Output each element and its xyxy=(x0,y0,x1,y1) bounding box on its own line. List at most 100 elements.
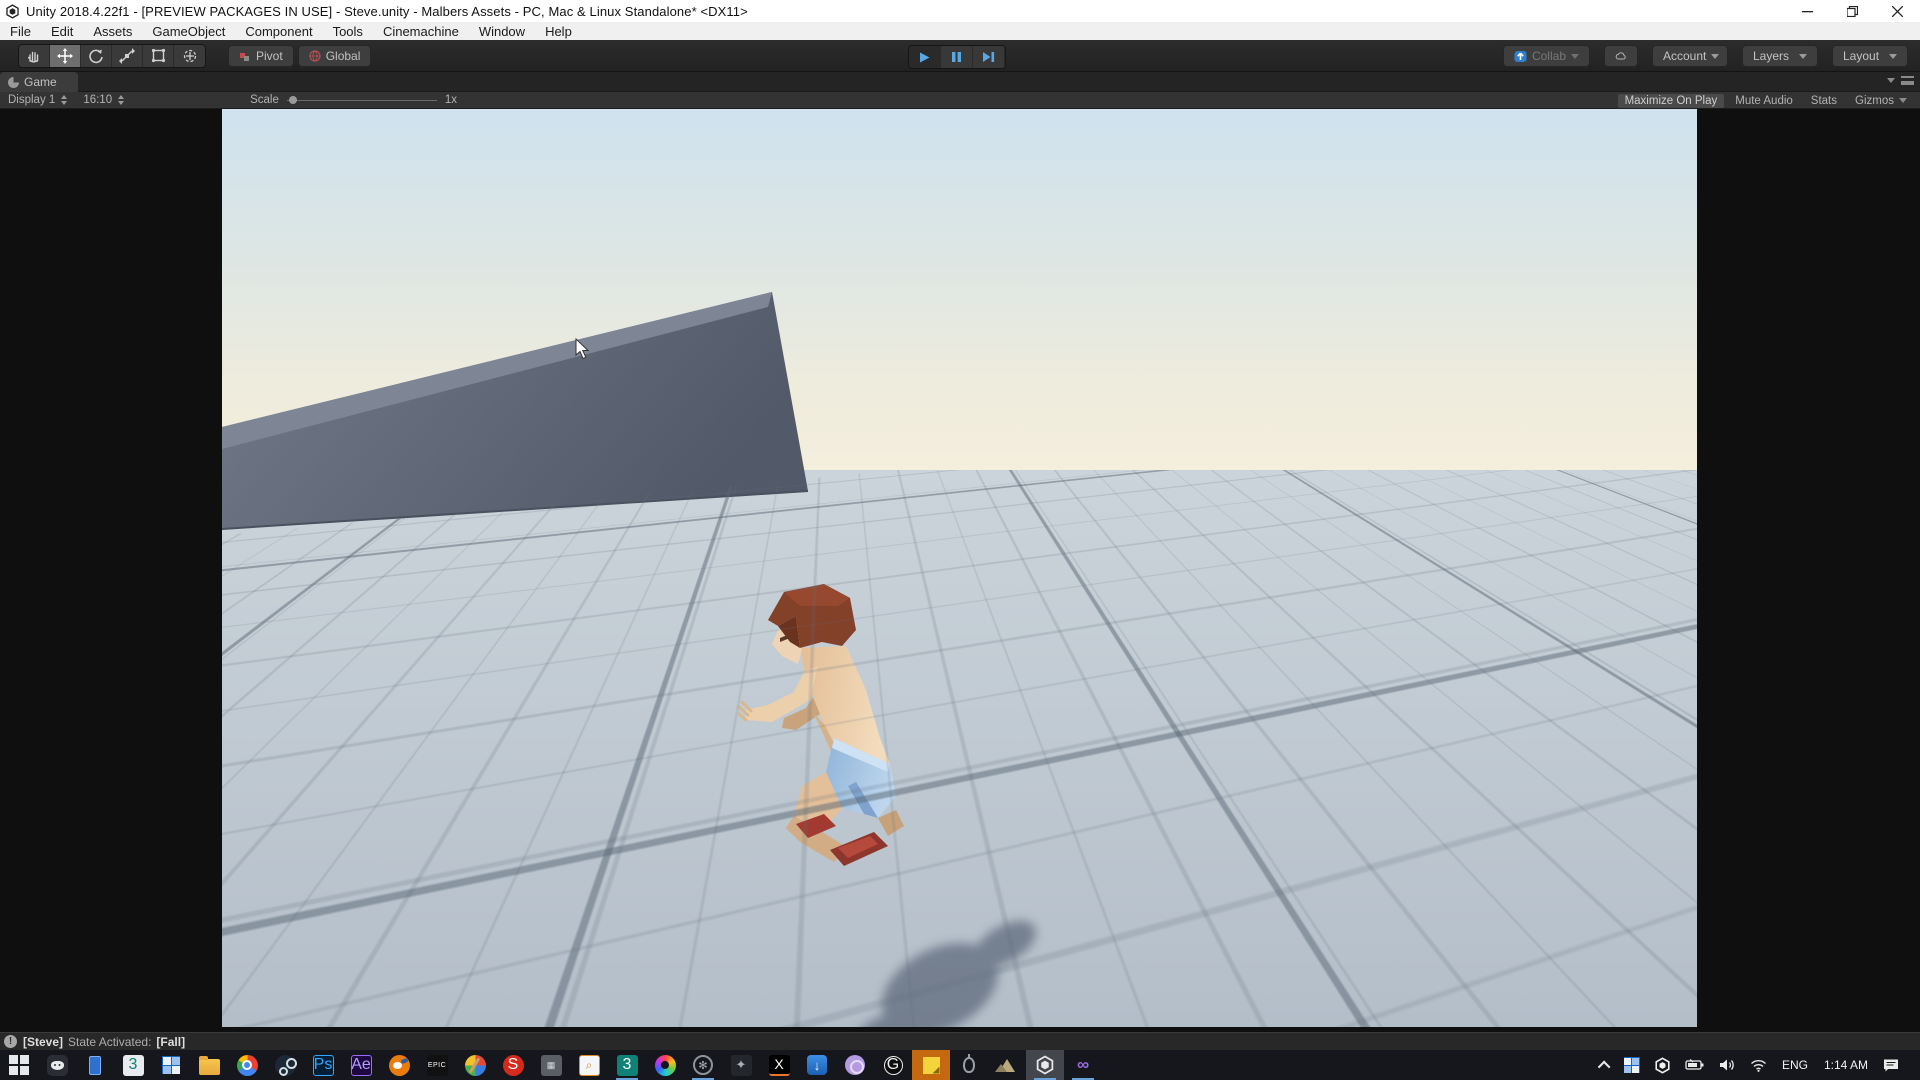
taskbar-sticky-notes-attention[interactable] xyxy=(912,1050,950,1080)
menu-file[interactable]: File xyxy=(0,24,41,39)
transform-tool-button[interactable] xyxy=(174,45,205,67)
game-view-icon xyxy=(8,77,19,88)
scale-slider-knob[interactable] xyxy=(289,96,297,104)
taskbar-3dsmax[interactable]: 3 xyxy=(114,1050,152,1080)
color-wheel-icon xyxy=(655,1055,676,1076)
rect-tool-button[interactable] xyxy=(143,45,174,67)
taskbar-document-app[interactable]: ⌕ xyxy=(570,1050,608,1080)
stats-toggle[interactable]: Stats xyxy=(1804,94,1844,108)
taskbar-x-app[interactable]: X xyxy=(760,1050,798,1080)
maximize-on-play-toggle[interactable]: Maximize On Play xyxy=(1618,94,1725,108)
taskbar-file-explorer[interactable] xyxy=(190,1050,228,1080)
step-button[interactable] xyxy=(973,46,1005,68)
unity-logo-icon xyxy=(5,4,20,19)
taskbar-your-phone[interactable] xyxy=(76,1050,114,1080)
close-button[interactable] xyxy=(1875,0,1920,22)
taskbar-g-audio-app[interactable]: G xyxy=(874,1050,912,1080)
global-toggle-button[interactable]: Global xyxy=(298,45,372,67)
game-view-tab[interactable]: Game xyxy=(0,72,78,92)
collab-dropdown[interactable]: Collab xyxy=(1503,45,1590,67)
scale-slider[interactable] xyxy=(287,95,437,105)
display-dropdown[interactable]: Display 1 xyxy=(0,94,75,106)
taskbar-blender[interactable] xyxy=(380,1050,418,1080)
system-tray: ENG 1:14 AM xyxy=(1594,1050,1920,1080)
play-button[interactable] xyxy=(909,46,941,68)
chevron-down-icon xyxy=(1799,54,1807,59)
tray-chevron-up[interactable] xyxy=(1594,1050,1617,1080)
taskbar-unity-active[interactable] xyxy=(1026,1050,1064,1080)
status-message: State Activated: xyxy=(68,1035,151,1049)
taskbar-fan-app[interactable]: ✻ xyxy=(684,1050,722,1080)
taskbar-3dsmax-running[interactable]: 3 xyxy=(608,1050,646,1080)
taskbar-visual-studio[interactable]: ∞ xyxy=(1064,1050,1102,1080)
pendant-icon xyxy=(963,1057,975,1073)
move-tool-button[interactable] xyxy=(50,45,81,67)
taskbar-mountain-game[interactable] xyxy=(988,1050,1026,1080)
window-title: Unity 2018.4.22f1 - [PREVIEW PACKAGES IN… xyxy=(26,4,748,19)
aftereffects-icon: Ae xyxy=(351,1055,372,1076)
menu-component[interactable]: Component xyxy=(235,24,322,39)
tab-menu-icon[interactable] xyxy=(1901,76,1914,85)
tray-clock[interactable]: 1:14 AM xyxy=(1816,1058,1876,1072)
start-button[interactable] xyxy=(0,1050,38,1080)
taskbar-discord[interactable] xyxy=(38,1050,76,1080)
hand-tool-button[interactable] xyxy=(19,45,50,67)
tray-wifi[interactable] xyxy=(1743,1050,1774,1080)
menu-assets[interactable]: Assets xyxy=(83,24,142,39)
pivot-toggle-button[interactable]: Pivot xyxy=(228,45,294,67)
taskbar-torrent-app[interactable] xyxy=(836,1050,874,1080)
taskbar-aftereffects[interactable]: Ae xyxy=(342,1050,380,1080)
wifi-icon xyxy=(1750,1059,1767,1072)
rotate-tool-button[interactable] xyxy=(81,45,112,67)
taskbar-calculator[interactable]: ▦ xyxy=(532,1050,570,1080)
tray-unity[interactable] xyxy=(1647,1050,1678,1080)
taskbar-paint-app[interactable] xyxy=(456,1050,494,1080)
mute-audio-toggle[interactable]: Mute Audio xyxy=(1728,94,1800,108)
tab-options-dropdown-icon[interactable] xyxy=(1887,78,1895,83)
folder-icon xyxy=(199,1059,220,1075)
taskbar-pendant-app[interactable] xyxy=(950,1050,988,1080)
taskbar-color-wheel-app[interactable] xyxy=(646,1050,684,1080)
account-dropdown[interactable]: Account xyxy=(1652,45,1728,67)
x-app-icon: X xyxy=(769,1055,790,1076)
layout-dropdown[interactable]: Layout xyxy=(1832,45,1908,67)
menu-cinemachine[interactable]: Cinemachine xyxy=(373,24,469,39)
game-viewport[interactable]: Unity△ Unity△ Unity△ Unity△ xyxy=(222,109,1697,1027)
pause-button[interactable] xyxy=(941,46,973,68)
layers-dropdown[interactable]: Layers xyxy=(1742,45,1818,67)
steam-icon xyxy=(275,1055,296,1076)
menu-edit[interactable]: Edit xyxy=(41,24,83,39)
aspect-ratio-dropdown[interactable]: 16:10 xyxy=(75,94,132,106)
menu-tools[interactable]: Tools xyxy=(323,24,373,39)
menu-window[interactable]: Window xyxy=(469,24,535,39)
globe-icon xyxy=(309,50,321,62)
blue-pixel-app-icon xyxy=(1624,1057,1640,1073)
photoshop-icon: Ps xyxy=(313,1055,334,1076)
taskbar-chrome[interactable] xyxy=(228,1050,266,1080)
minimize-button[interactable] xyxy=(1785,0,1830,22)
taskbar-shuriken-app[interactable]: ✦ xyxy=(722,1050,760,1080)
g-app-icon: G xyxy=(884,1056,903,1075)
tray-language[interactable]: ENG xyxy=(1774,1058,1816,1072)
tray-pixel-app[interactable] xyxy=(1617,1050,1647,1080)
tray-volume[interactable] xyxy=(1712,1050,1743,1080)
taskbar-download-manager[interactable]: ↓ xyxy=(798,1050,836,1080)
gizmos-dropdown[interactable]: Gizmos xyxy=(1848,94,1914,108)
scale-tool-button[interactable] xyxy=(112,45,143,67)
taskbar-red-s-app[interactable]: S xyxy=(494,1050,532,1080)
console-status-bar[interactable]: ! [Steve] State Activated: [Fall] xyxy=(0,1032,1920,1050)
tray-action-center[interactable] xyxy=(1876,1050,1906,1080)
chevron-down-icon xyxy=(1899,98,1907,103)
taskbar-pixel-app[interactable] xyxy=(152,1050,190,1080)
taskbar-steam[interactable] xyxy=(266,1050,304,1080)
chevron-down-icon xyxy=(1889,54,1897,59)
restore-button[interactable] xyxy=(1830,0,1875,22)
taskbar-photoshop[interactable]: Ps xyxy=(304,1050,342,1080)
tray-battery[interactable] xyxy=(1678,1050,1712,1080)
cloud-services-button[interactable] xyxy=(1604,45,1638,67)
collab-cloud-icon xyxy=(1514,50,1527,63)
notification-icon xyxy=(1883,1058,1899,1073)
menu-help[interactable]: Help xyxy=(535,24,582,39)
menu-gameobject[interactable]: GameObject xyxy=(142,24,235,39)
taskbar-epic-games[interactable]: EPIC xyxy=(418,1050,456,1080)
